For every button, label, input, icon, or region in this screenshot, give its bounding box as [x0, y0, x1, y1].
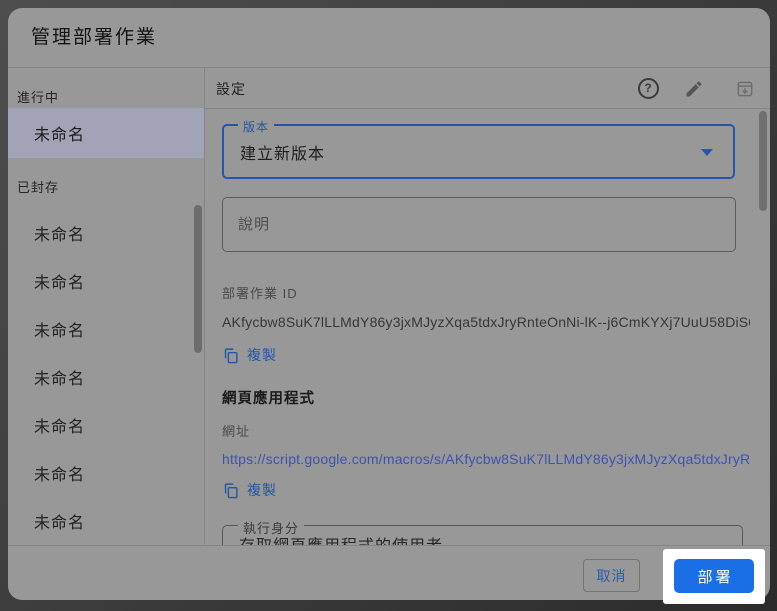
sidebar-item[interactable]: 未命名	[8, 449, 204, 497]
chevron-down-icon	[701, 149, 713, 156]
copy-url-button[interactable]: 複製	[222, 480, 277, 500]
edit-pencil-icon[interactable]	[683, 78, 705, 100]
web-app-url-link[interactable]: https://script.google.com/macros/s/AKfyc…	[222, 451, 750, 467]
manage-deployments-dialog: 管理部署作業 進行中 未命名 已封存 未命名 未命名 未命名 未命名 未命名 未…	[8, 8, 770, 600]
screen-backdrop: 管理部署作業 進行中 未命名 已封存 未命名 未命名 未命名 未命名 未命名 未…	[0, 0, 777, 611]
sidebar-section-in-progress: 進行中	[17, 87, 59, 106]
sidebar-item[interactable]: 未命名	[8, 257, 204, 305]
sidebar-section-archived: 已封存	[17, 177, 59, 196]
sidebar-scrollbar[interactable]	[194, 205, 202, 353]
version-selected-value: 建立新版本	[240, 126, 325, 177]
cancel-button[interactable]: 取消	[583, 559, 640, 592]
deployment-id-value: AKfycbw8SuK7lLLMdY86y3jxMJyzXqa5tdxJryRn…	[222, 314, 750, 330]
version-select[interactable]: 版本 建立新版本	[222, 124, 735, 179]
description-input[interactable]: 說明	[222, 197, 736, 252]
archive-icon[interactable]	[734, 78, 756, 100]
archived-deployments-list: 未命名 未命名 未命名 未命名 未命名 未命名 未命名	[8, 209, 204, 545]
dialog-footer: 取消	[8, 545, 770, 600]
deployment-id-label: 部署作業 ID	[222, 283, 298, 302]
settings-panel-title: 設定	[216, 79, 246, 99]
web-app-heading: 網頁應用程式	[222, 387, 315, 408]
title-divider	[8, 67, 770, 68]
url-label: 網址	[222, 421, 250, 440]
deploy-highlight-annotation: 部署	[663, 549, 765, 604]
description-placeholder: 說明	[238, 213, 270, 234]
footer-divider	[8, 545, 770, 546]
settings-scrollbar[interactable]	[759, 111, 767, 211]
copy-deployment-id-button[interactable]: 複製	[222, 345, 277, 365]
sidebar-item[interactable]: 未命名	[8, 353, 204, 401]
copy-icon	[222, 482, 239, 499]
sidebar-item[interactable]: 未命名	[8, 497, 204, 545]
execute-as-select[interactable]: 執行身分 存取網頁應用程式的使用者	[222, 518, 745, 545]
dialog-title: 管理部署作業	[31, 8, 157, 67]
deploy-button[interactable]: 部署	[674, 559, 754, 593]
sidebar-item[interactable]: 未命名	[8, 401, 204, 449]
sidebar-item-label: 未命名	[34, 121, 85, 145]
sidebar-item[interactable]: 未命名	[8, 209, 204, 257]
copy-icon	[222, 347, 239, 364]
help-icon[interactable]: ?	[637, 77, 659, 99]
execute-as-value: 存取網頁應用程式的使用者	[239, 532, 443, 545]
sidebar-item-selected[interactable]: 未命名	[8, 108, 204, 158]
sidebar-item[interactable]: 未命名	[8, 305, 204, 353]
sidebar-divider	[204, 67, 205, 545]
